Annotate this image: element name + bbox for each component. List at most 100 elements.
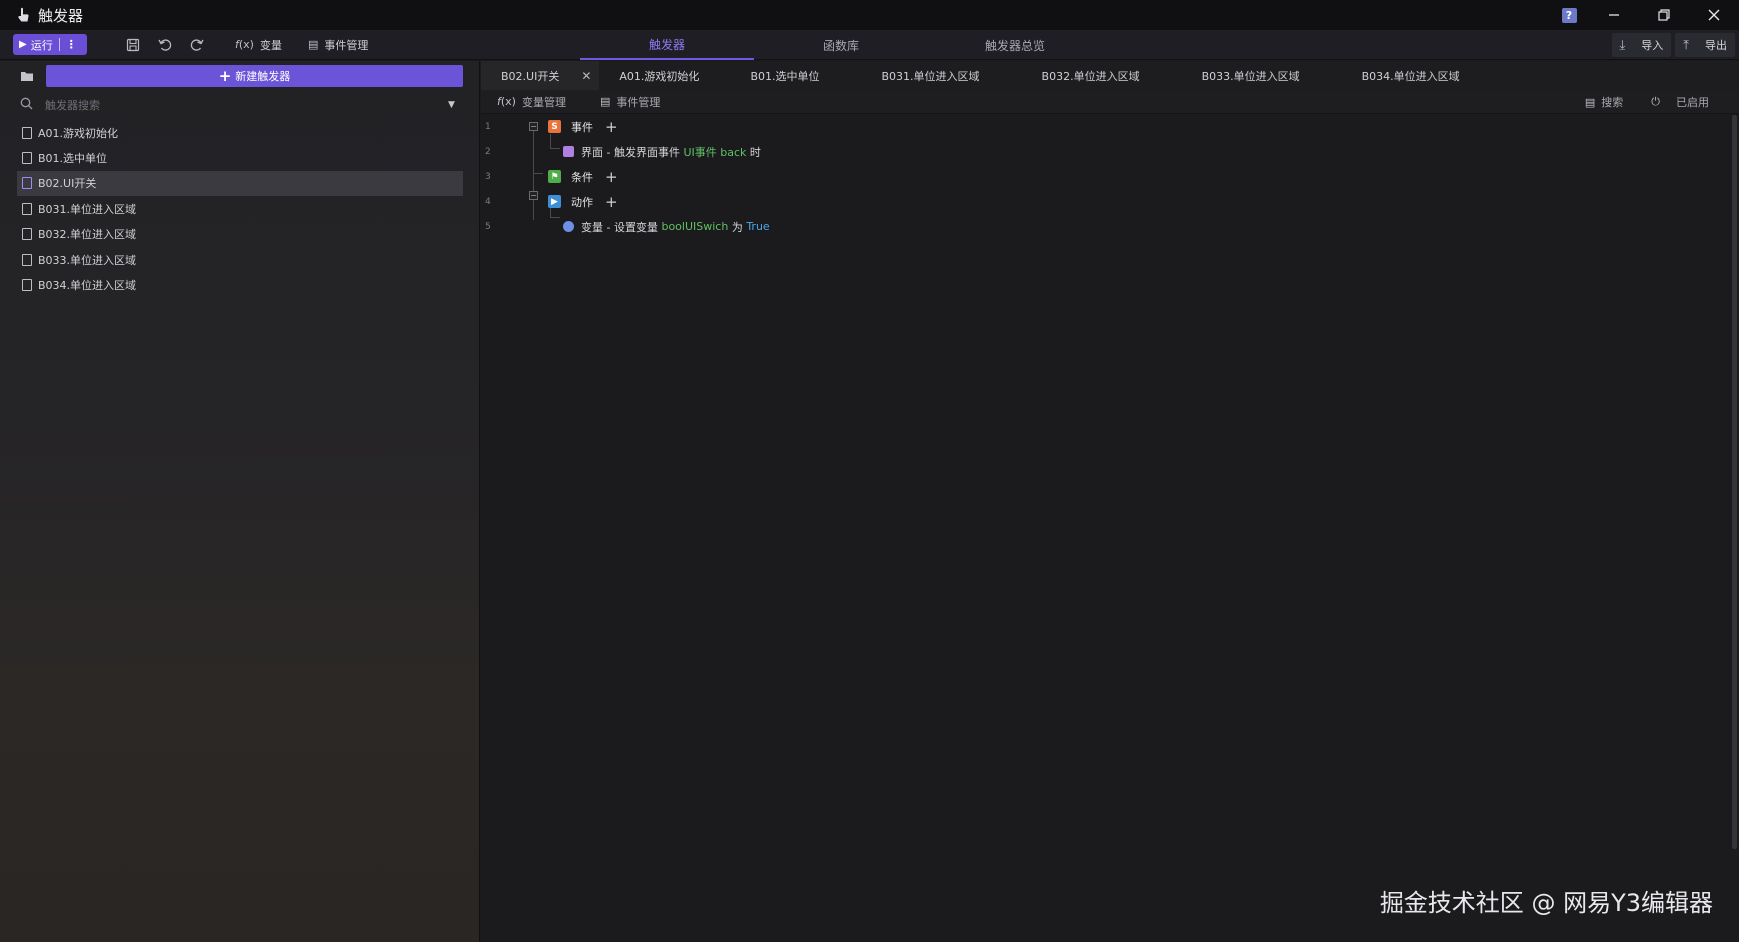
file-icon <box>22 279 32 292</box>
line-number: 4 <box>485 196 491 207</box>
event-section[interactable]: S 事件 + <box>548 118 618 136</box>
condition-section-label: 条件 <box>571 170 593 184</box>
ui-event-icon <box>563 146 574 157</box>
editor-tab-b01[interactable]: B01.选中单位 <box>719 61 850 90</box>
code-line: 4 ▶ 动作 + <box>481 189 1731 214</box>
trigger-item-b02[interactable]: B02.UI开关 <box>17 170 463 197</box>
enabled-toggle[interactable]: ⏻ 已启用 <box>1651 94 1709 110</box>
file-icon <box>22 152 32 165</box>
condition-section[interactable]: ⚑ 条件 + <box>548 168 618 186</box>
help-button[interactable]: ? <box>1549 0 1589 30</box>
editor-search-button[interactable]: ▤ 搜索 <box>1585 94 1623 110</box>
event-doc-icon: ▤ <box>599 95 611 108</box>
trigger-item-b01[interactable]: B01.选中单位 <box>17 145 463 170</box>
title-bar: 触发器 ? <box>0 0 1739 30</box>
editor-tab-label: B033.单位进入区域 <box>1201 69 1300 83</box>
action-statement-value[interactable]: True <box>746 220 769 233</box>
new-trigger-button[interactable]: + 新建触发器 <box>46 65 463 87</box>
action-statement-mid: 为 <box>728 220 747 234</box>
action-statement[interactable]: 变量 - 设置变量 boolUISwich 为 True <box>563 219 770 235</box>
file-icon <box>22 126 32 139</box>
import-label: 导入 <box>1641 39 1664 52</box>
event-management-button[interactable]: ▤ 事件管理 <box>308 37 368 53</box>
trigger-item-b034[interactable]: B034.单位进入区域 <box>17 272 463 297</box>
restore-button[interactable] <box>1639 0 1689 30</box>
editor-event-management-button[interactable]: ▤ 事件管理 <box>600 94 660 110</box>
editor-tab-b033[interactable]: B033.单位进入区域 <box>1171 61 1331 90</box>
file-icon <box>22 253 32 266</box>
event-doc-icon: ▤ <box>307 38 319 51</box>
event-icon: S <box>548 120 561 133</box>
line-number: 1 <box>485 121 491 132</box>
add-condition-icon[interactable]: + <box>605 168 618 186</box>
search-doc-icon: ▤ <box>1584 95 1596 109</box>
event-management-label: 事件管理 <box>324 38 369 52</box>
help-icon: ? <box>1561 7 1577 23</box>
code-line: 5 变量 - 设置变量 boolUISwich 为 True <box>481 214 1731 239</box>
trigger-item-a01[interactable]: A01.游戏初始化 <box>17 120 463 145</box>
function-icon: f(x) <box>235 38 254 51</box>
plus-icon: + <box>218 67 232 85</box>
export-icon: ⤒ <box>1683 37 1689 53</box>
run-more-icon[interactable]: ⋮ <box>66 38 77 51</box>
trigger-item-b033[interactable]: B033.单位进入区域 <box>17 247 463 272</box>
minimize-icon <box>1609 14 1619 16</box>
event-statement-suffix: 时 <box>746 145 761 159</box>
file-icon <box>22 177 32 190</box>
folder-icon[interactable] <box>20 70 36 85</box>
hand-pointer-icon <box>18 7 29 22</box>
chevron-down-icon[interactable]: ▼ <box>448 100 455 110</box>
event-statement-value[interactable]: UI事件 back <box>683 144 746 160</box>
redo-icon <box>190 38 204 51</box>
power-icon: ⏻ <box>1651 95 1660 108</box>
trigger-item-label: B032.单位进入区域 <box>38 228 137 242</box>
file-icon <box>22 202 32 215</box>
close-window-button[interactable] <box>1689 0 1739 30</box>
variable-button[interactable]: f(x) 变量 <box>235 37 282 53</box>
save-icon <box>126 38 140 51</box>
editor-tab-b032[interactable]: B032.单位进入区域 <box>1011 61 1171 90</box>
editor-tab-a01[interactable]: A01.游戏初始化 <box>599 61 719 90</box>
undo-button[interactable] <box>149 30 181 60</box>
main-tabs: 触发器 函数库 触发器总览 <box>580 30 1102 60</box>
action-statement-variable[interactable]: boolUISwich <box>661 220 728 233</box>
run-button[interactable]: ▶ 运行 ⋮ <box>13 34 87 55</box>
trigger-search: ▼ <box>0 93 480 117</box>
editor-tab-label: B01.选中单位 <box>750 69 820 83</box>
tab-function-library[interactable]: 函数库 <box>754 30 928 60</box>
export-label: 导出 <box>1705 39 1727 52</box>
event-statement[interactable]: 界面 - 触发界面事件 UI事件 back 时 <box>563 144 761 160</box>
file-icon <box>22 228 32 241</box>
event-section-label: 事件 <box>571 120 593 134</box>
action-section[interactable]: ▶ 动作 + <box>548 193 618 211</box>
trigger-search-input[interactable] <box>43 97 433 113</box>
tab-triggers[interactable]: 触发器 <box>580 30 754 60</box>
action-icon: ▶ <box>548 195 561 208</box>
close-tab-icon[interactable]: ✕ <box>581 69 591 83</box>
run-label: 运行 <box>30 38 53 52</box>
add-action-icon[interactable]: + <box>605 193 618 211</box>
redo-button[interactable] <box>181 30 213 60</box>
variable-icon <box>563 221 574 232</box>
code-line: 2 界面 - 触发界面事件 UI事件 back 时 <box>481 139 1731 164</box>
editor-tab-label: B034.单位进入区域 <box>1361 69 1460 83</box>
trigger-item-b031[interactable]: B031.单位进入区域 <box>17 196 463 221</box>
minimize-button[interactable] <box>1589 0 1639 30</box>
save-button[interactable] <box>117 30 149 60</box>
trigger-item-label: B02.UI开关 <box>38 177 97 191</box>
export-button[interactable]: ⤒ 导出 <box>1675 33 1735 57</box>
editor-tab-label: A01.游戏初始化 <box>619 69 700 83</box>
editor-tab-b02[interactable]: B02.UI开关 ✕ <box>481 61 600 90</box>
line-number: 3 <box>485 171 491 182</box>
trigger-item-b032[interactable]: B032.单位进入区域 <box>17 222 463 247</box>
variable-management-button[interactable]: f(x) 变量管理 <box>497 94 566 110</box>
editor-scrollbar[interactable] <box>1732 115 1737 849</box>
trigger-item-label: B033.单位进入区域 <box>38 253 137 267</box>
import-button[interactable]: ⤓ 导入 <box>1611 33 1672 57</box>
add-event-icon[interactable]: + <box>605 118 618 136</box>
variable-management-label: 变量管理 <box>521 95 566 109</box>
trigger-item-label: B01.选中单位 <box>38 152 108 166</box>
editor-tab-b034[interactable]: B034.单位进入区域 <box>1331 61 1491 90</box>
tab-trigger-overview[interactable]: 触发器总览 <box>928 30 1102 60</box>
editor-tab-b031[interactable]: B031.单位进入区域 <box>850 61 1010 90</box>
